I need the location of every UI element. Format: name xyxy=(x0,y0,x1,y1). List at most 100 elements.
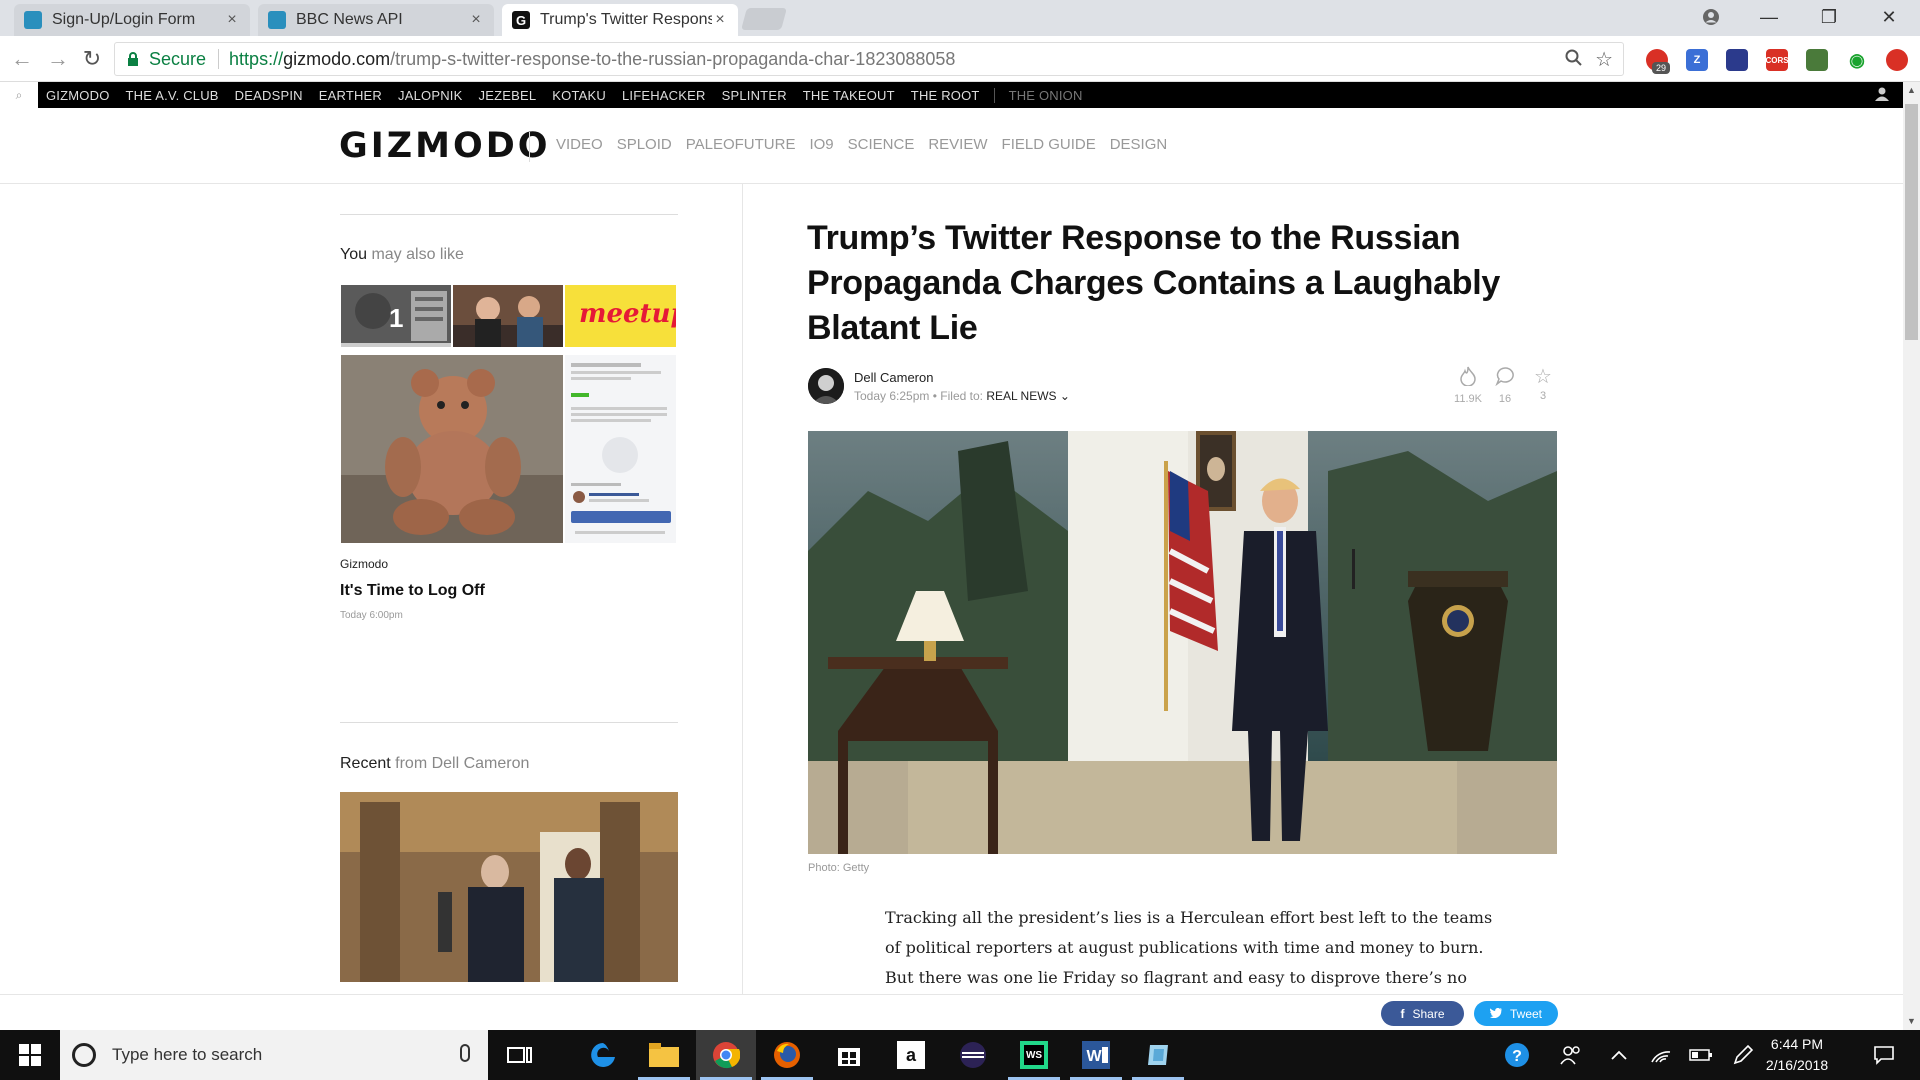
wifi-icon[interactable] xyxy=(1646,1030,1676,1080)
extension-icon[interactable] xyxy=(1726,49,1748,71)
restore-button[interactable]: ❐ xyxy=(1806,0,1852,34)
secure-label: Secure xyxy=(149,48,207,69)
scroll-down-icon[interactable]: ▼ xyxy=(1903,1013,1920,1030)
tab-favicon xyxy=(268,11,286,29)
people-icon[interactable] xyxy=(1556,1030,1586,1080)
nav-video[interactable]: VIDEO xyxy=(556,136,603,153)
chevron-down-icon[interactable]: ⌄ xyxy=(1057,389,1070,403)
taskbar-search-box[interactable]: Type here to search xyxy=(60,1030,488,1080)
article-text-line: of political reporters at august publica… xyxy=(885,938,1484,957)
battery-icon[interactable] xyxy=(1686,1030,1716,1080)
new-tab-button[interactable] xyxy=(741,8,787,30)
nav-science[interactable]: SCIENCE xyxy=(848,136,915,153)
teddy-bear-image[interactable] xyxy=(341,355,563,543)
network-link-jalopnik[interactable]: JALOPNIK xyxy=(390,88,470,103)
network-link-kotaku[interactable]: KOTAKU xyxy=(544,88,614,103)
recent-article-image[interactable] xyxy=(340,792,678,982)
header-divider xyxy=(529,132,530,162)
filed-tag[interactable]: REAL NEWS xyxy=(986,389,1056,403)
article-photo[interactable] xyxy=(808,431,1557,854)
minimize-button[interactable]: — xyxy=(1746,0,1792,34)
scroll-thumb[interactable] xyxy=(1905,104,1918,340)
windows-start-icon[interactable] xyxy=(0,1030,60,1080)
nav-paleofuture[interactable]: PALEOFUTURE xyxy=(686,136,796,153)
address-bar[interactable]: Secure https:// gizmodo.com /trump-s-twi… xyxy=(114,42,1624,76)
forward-button[interactable]: → xyxy=(44,45,72,73)
page-scrollbar[interactable]: ▲ ▼ xyxy=(1903,82,1920,1030)
tab-favicon xyxy=(24,11,42,29)
marketplace-screenshot-image[interactable] xyxy=(565,355,676,543)
store-icon[interactable] xyxy=(819,1030,879,1080)
carousel-thumb-meetup[interactable]: meetup xyxy=(565,285,676,347)
twitter-share-button[interactable]: Tweet xyxy=(1474,1001,1558,1026)
bookmark-star-icon[interactable]: ☆ xyxy=(1595,47,1613,72)
z-extension-icon[interactable]: Z xyxy=(1686,49,1708,71)
article-text-line: Tracking all the president’s lies is a H… xyxy=(885,908,1493,927)
network-link-av-club[interactable]: THE A.V. CLUB xyxy=(118,88,227,103)
network-link-onion[interactable]: THE ONION xyxy=(993,87,1091,103)
network-link-lifehacker[interactable]: LIFEHACKER xyxy=(614,88,714,103)
user-account-icon[interactable] xyxy=(1875,87,1889,104)
chevron-up-icon[interactable] xyxy=(1604,1030,1634,1080)
network-link-jezebel[interactable]: JEZEBEL xyxy=(471,88,545,103)
extension-icon[interactable] xyxy=(1886,49,1908,71)
carousel-thumb-2[interactable] xyxy=(453,285,563,347)
tab-signup-login[interactable]: Sign-Up/Login Form × xyxy=(14,4,250,36)
eclipse-icon[interactable] xyxy=(943,1030,1003,1080)
task-view-icon[interactable] xyxy=(490,1030,550,1080)
microphone-icon[interactable] xyxy=(460,1044,470,1062)
gizmodo-logo[interactable]: GIZMODO xyxy=(339,126,551,166)
stars-stat[interactable]: ☆ 3 xyxy=(1525,366,1561,402)
network-link-root[interactable]: THE ROOT xyxy=(903,88,988,103)
close-window-button[interactable]: ✕ xyxy=(1866,0,1912,34)
network-link-deadspin[interactable]: DEADSPIN xyxy=(227,88,311,103)
nav-io9[interactable]: IO9 xyxy=(809,136,833,153)
tab-close-icon[interactable]: × xyxy=(712,11,728,29)
cors-extension-icon[interactable]: CORS xyxy=(1765,49,1789,71)
author-name[interactable]: Dell Cameron xyxy=(854,370,933,385)
nav-field-guide[interactable]: FIELD GUIDE xyxy=(1002,136,1096,153)
help-icon[interactable]: ? xyxy=(1500,1030,1534,1080)
extension-icon[interactable]: ◉ xyxy=(1846,49,1868,71)
tab-close-icon[interactable]: × xyxy=(224,11,240,29)
comment-icon xyxy=(1487,366,1523,391)
nav-review[interactable]: REVIEW xyxy=(928,136,987,153)
nav-sploid[interactable]: SPLOID xyxy=(617,136,672,153)
comments-stat[interactable]: 16 xyxy=(1487,366,1523,405)
meetup-logo-text: meetup xyxy=(579,299,676,329)
carousel-thumb-1[interactable]: 1 xyxy=(341,285,451,347)
app-icon[interactable] xyxy=(1128,1030,1188,1080)
taskbar-clock[interactable]: 6:44 PM 2/16/2018 xyxy=(1752,1034,1842,1076)
network-link-gizmodo[interactable]: GIZMODO xyxy=(38,88,118,103)
tab-close-icon[interactable]: × xyxy=(468,11,484,29)
word-icon[interactable]: W xyxy=(1066,1030,1126,1080)
url-scheme: https:// xyxy=(229,48,284,69)
featured-source[interactable]: Gizmodo xyxy=(340,557,388,571)
filed-label: Filed to: xyxy=(940,389,983,403)
nav-design[interactable]: DESIGN xyxy=(1110,136,1168,153)
also-like-strong: You xyxy=(340,246,367,263)
featured-title[interactable]: It's Time to Log Off xyxy=(340,582,485,600)
notifications-icon[interactable] xyxy=(1864,1030,1904,1080)
extension-icon[interactable] xyxy=(1806,49,1828,71)
back-button[interactable]: ← xyxy=(8,45,36,73)
file-explorer-icon[interactable] xyxy=(634,1030,694,1080)
network-link-earther[interactable]: EARTHER xyxy=(311,88,390,103)
scroll-up-icon[interactable]: ▲ xyxy=(1903,82,1920,99)
webstorm-icon[interactable]: WS xyxy=(1004,1030,1064,1080)
zoom-icon[interactable] xyxy=(1565,49,1583,72)
cortana-icon xyxy=(72,1043,96,1067)
firefox-icon[interactable] xyxy=(757,1030,817,1080)
profile-icon[interactable] xyxy=(1688,0,1734,34)
amazon-icon[interactable]: a xyxy=(881,1030,941,1080)
network-link-splinter[interactable]: SPLINTER xyxy=(714,88,795,103)
tab-gizmodo-article[interactable]: G Trump's Twitter Respons × xyxy=(502,4,738,36)
edge-browser-icon[interactable] xyxy=(573,1030,633,1080)
chrome-icon[interactable] xyxy=(696,1030,756,1080)
author-avatar[interactable] xyxy=(808,368,844,404)
network-link-takeout[interactable]: THE TAKEOUT xyxy=(795,88,903,103)
tab-bbc-news-api[interactable]: BBC News API × xyxy=(258,4,494,36)
facebook-share-button[interactable]: f Share xyxy=(1381,1001,1464,1026)
reload-button[interactable]: ↻ xyxy=(78,45,106,73)
network-search-icon[interactable]: ⌕ xyxy=(0,82,38,108)
